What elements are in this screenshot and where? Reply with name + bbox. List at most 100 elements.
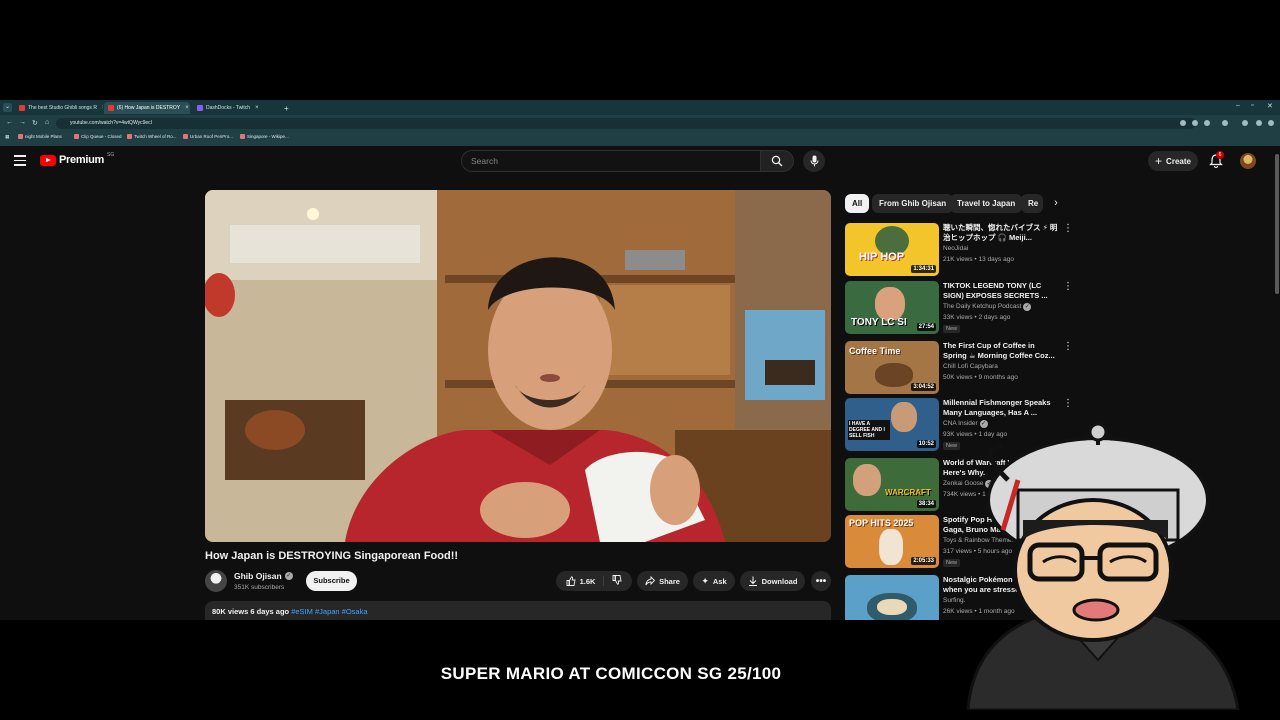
bookmark-label: Singapore - Wikipe... xyxy=(247,134,289,139)
bookmark-favicon-icon xyxy=(127,134,132,139)
bookmark-label: Twitch Wheel of Ro... xyxy=(134,134,177,139)
reload-icon[interactable]: ↻ xyxy=(32,119,38,127)
like-count: 1.6K xyxy=(579,576,596,586)
thumbnail-text: TONY LC SI xyxy=(851,317,907,328)
video-thumbnail[interactable]: I HAVE A DEGREE AND I SELL FISH 10:52 xyxy=(845,398,939,451)
home-icon[interactable]: ⌂ xyxy=(45,119,49,126)
account-avatar[interactable] xyxy=(1240,153,1256,169)
bookmark-item[interactable]: Singapore - Wikipe... xyxy=(240,134,289,139)
bookmark-favicon-icon xyxy=(74,134,79,139)
back-icon[interactable]: ← xyxy=(6,119,13,126)
maximize-icon[interactable]: ▫ xyxy=(1251,102,1253,109)
search-input[interactable]: Search xyxy=(461,150,761,172)
channel-avatar[interactable] xyxy=(205,570,227,592)
download-button[interactable]: Download xyxy=(740,571,805,591)
recommendation-channel[interactable]: NeoJidai xyxy=(943,245,968,252)
video-thumbnail[interactable]: Coffee Time 3:04:52 xyxy=(845,341,939,394)
chip-all[interactable]: All xyxy=(845,194,870,213)
more-actions-button[interactable]: ••• xyxy=(811,571,831,591)
verified-check-icon: ✓ xyxy=(284,572,293,580)
recommendation-item[interactable]: TONY LC SI 27:54 TIKTOK LEGEND TONY (LC … xyxy=(845,281,1073,335)
tab-ghibli-songs[interactable]: The best Studio Ghibli songs R × xyxy=(15,102,103,114)
new-tab-button[interactable]: + xyxy=(280,102,292,114)
description-box[interactable]: 80K views 6 days ago #eSIM #Japan #Osaka xyxy=(205,601,831,620)
url-field[interactable]: youtube.com/watch?v=4wtQWyc9ecI xyxy=(56,118,1196,129)
minimize-icon[interactable]: – xyxy=(1236,102,1240,109)
recommendation-channel[interactable]: The Daily Ketchup Podcast ✓ xyxy=(943,303,1032,311)
recommendation-channel[interactable]: Chill Lofi Capybara xyxy=(943,363,998,370)
more-vertical-icon[interactable]: ⋮ xyxy=(1063,224,1073,234)
tab-twitch[interactable]: DashDocks - Twitch × xyxy=(193,102,275,114)
chip-from-channel[interactable]: From Ghib Ojisan xyxy=(872,194,954,213)
video-thumbnail[interactable]: HIP HOP 1:34:31 xyxy=(845,223,939,276)
video-thumbnail[interactable]: POP HITS 2025 2:05:33 xyxy=(845,515,939,568)
bookmark-favicon-icon xyxy=(240,134,245,139)
recommendation-title[interactable]: The First Cup of Coffee in Spring ☕ Morn… xyxy=(943,341,1059,361)
subscriber-count: 351K subscribers xyxy=(234,584,285,591)
bookmark-item[interactable]: Twitch Wheel of Ro... xyxy=(127,134,177,139)
microphone-icon xyxy=(810,155,818,167)
video-player[interactable] xyxy=(205,190,831,542)
dislike-button[interactable] xyxy=(608,575,622,587)
subscribe-button[interactable]: Subscribe xyxy=(306,571,357,591)
extensions-icon[interactable] xyxy=(1222,120,1228,126)
logo-text: Premium xyxy=(59,154,104,166)
tab-current-video[interactable]: (6) How Japan is DESTROY × xyxy=(104,102,190,114)
menu-icon[interactable] xyxy=(14,155,26,166)
recommendation-meta: 50K views • 9 months ago xyxy=(943,374,1018,381)
thumbnail-text: I HAVE A DEGREE AND I SELL FISH xyxy=(848,420,890,440)
channel-name[interactable]: Ghib Ojisan ✓ xyxy=(234,571,293,581)
bookmark-item[interactable]: night Mobile Plans xyxy=(18,134,62,139)
close-window-icon[interactable]: ✕ xyxy=(1267,102,1273,110)
forward-icon[interactable]: → xyxy=(19,119,26,126)
chip-travel-japan[interactable]: Travel to Japan xyxy=(950,194,1023,213)
share-arrow-icon xyxy=(645,576,656,586)
zoom-icon[interactable] xyxy=(1192,120,1198,126)
download-icon xyxy=(748,576,757,586)
browser-chrome: ⌄ The best Studio Ghibli songs R × (6) H… xyxy=(0,100,1280,146)
bookmarks-bar: ▦ night Mobile Plans Clip Queue - Closed… xyxy=(0,132,1280,144)
close-tab-icon[interactable]: × xyxy=(102,105,103,111)
apps-grid-icon[interactable]: ▦ xyxy=(5,134,9,140)
cast-icon[interactable] xyxy=(1180,120,1186,126)
tab-title: (6) How Japan is DESTROY xyxy=(117,105,181,111)
ask-button[interactable]: ✦ Ask xyxy=(693,571,735,591)
recommendation-title[interactable]: 聴いた瞬間、惚れたバイブス ⚡ 明治ヒップホップ 🎧 Meiji... xyxy=(943,223,1059,243)
search-button[interactable] xyxy=(760,150,794,172)
recommendation-item[interactable]: Coffee Time 3:04:52 The First Cup of Cof… xyxy=(845,341,1073,395)
voice-search-button[interactable] xyxy=(803,150,825,172)
more-vertical-icon[interactable]: ⋮ xyxy=(1063,282,1073,292)
video-thumbnail[interactable] xyxy=(845,575,939,620)
more-vertical-icon[interactable]: ⋮ xyxy=(1063,399,1073,409)
recommendation-meta: 21K views • 13 days ago xyxy=(943,256,1014,263)
more-vertical-icon[interactable]: ⋮ xyxy=(1063,342,1073,352)
profile-icon[interactable] xyxy=(1256,120,1262,126)
share-button[interactable]: Share xyxy=(637,571,688,591)
like-button[interactable]: 1.6K xyxy=(566,576,605,586)
youtube-favicon-icon xyxy=(108,105,114,111)
more-horizontal-icon: ••• xyxy=(815,575,827,587)
hashtags[interactable]: #eSIM #Japan #Osaka xyxy=(291,607,367,616)
bookmark-favicon-icon xyxy=(183,134,188,139)
sidebar-icon[interactable] xyxy=(1242,120,1248,126)
recommendation-title[interactable]: Millennial Fishmonger Speaks Many Langua… xyxy=(943,398,1059,418)
youtube-premium-logo[interactable]: Premium SG xyxy=(40,152,114,166)
chip-truncated[interactable]: Re xyxy=(1021,194,1043,213)
chevron-right-icon[interactable]: › xyxy=(1049,196,1063,210)
video-thumbnail[interactable]: TONY LC SI 27:54 xyxy=(845,281,939,334)
bookmark-item[interactable]: Clip Queue - Closed xyxy=(74,134,122,139)
close-tab-icon[interactable]: × xyxy=(185,105,189,111)
bookmark-star-icon[interactable] xyxy=(1204,120,1210,126)
create-button[interactable]: + Create xyxy=(1148,151,1198,171)
close-tab-icon[interactable]: × xyxy=(255,105,259,111)
tab-title: The best Studio Ghibli songs R xyxy=(28,105,97,111)
recommendation-title[interactable]: TIKTOK LEGEND TONY (LC SIGN) EXPOSES SEC… xyxy=(943,281,1059,301)
tab-search-icon[interactable]: ⌄ xyxy=(3,103,12,112)
recommendation-item[interactable]: HIP HOP 1:34:31 聴いた瞬間、惚れたバイブス ⚡ 明治ヒップホップ… xyxy=(845,223,1073,277)
browser-menu-icon[interactable] xyxy=(1268,120,1274,126)
bookmark-item[interactable]: Urban Roof PenPro... xyxy=(183,134,233,139)
video-thumbnail[interactable]: WARCRAFT 38:34 xyxy=(845,458,939,511)
scrollbar-thumb[interactable] xyxy=(1275,154,1279,294)
like-dislike-group: 1.6K xyxy=(556,571,632,591)
twitch-favicon-icon xyxy=(197,105,203,111)
